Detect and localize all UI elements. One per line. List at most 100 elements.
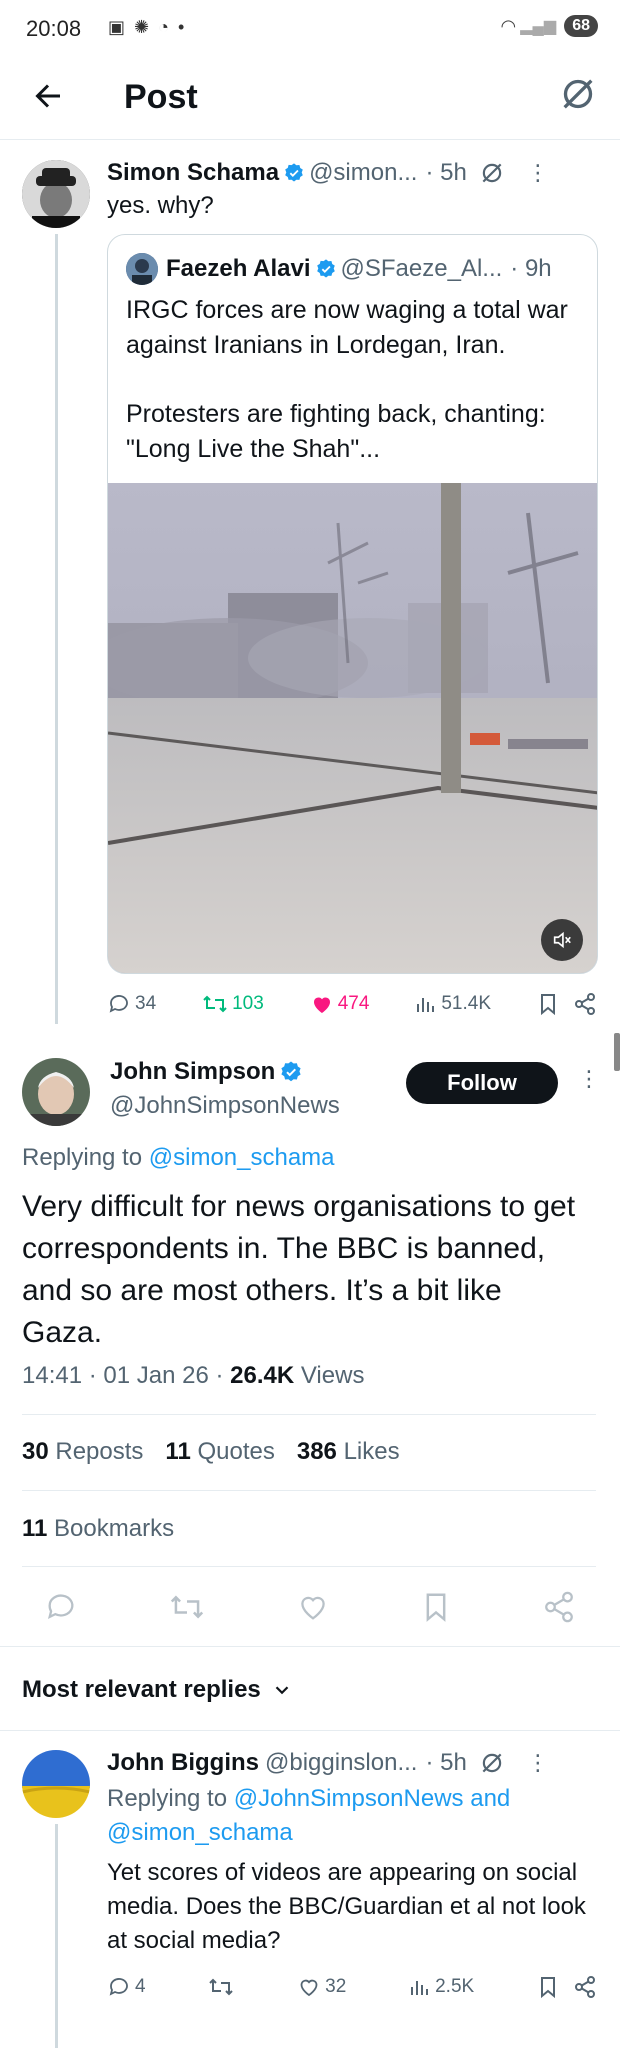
main-post-text: Very difficult for news organisations to… [22, 1190, 576, 1349]
status-bar: 20:08 ▣ ✺ ◔ • ◠ ▂▄▆ 68 [0, 0, 620, 58]
views-label: Views [300, 1362, 365, 1389]
share-icon[interactable] [542, 1590, 576, 1624]
share-icon[interactable] [573, 1975, 597, 1999]
reply-text: Yet scores of videos are appearing on so… [107, 1859, 586, 1954]
reply-actions: 4 32 2.5K [107, 1975, 597, 1999]
like-button[interactable]: 32 [297, 1975, 346, 1999]
notification-icons: ▣ ✺ ◔ • [108, 17, 187, 37]
more-options-icon[interactable]: ⋮ [527, 1752, 549, 1774]
main-author-name[interactable]: John Simpson [110, 1058, 275, 1086]
replying-to-link[interactable]: @simon_schama [107, 1819, 293, 1846]
divider [22, 1566, 596, 1567]
verified-badge-icon [316, 259, 335, 278]
grok-icon [563, 79, 593, 109]
signal-icon: ▂▄▆ [520, 18, 557, 35]
heart-filled-icon [313, 997, 330, 1013]
parent-post-actions: 34 103 474 51.4K [107, 992, 597, 1016]
post-timestamp: 14:41 · 01 Jan 26 · [22, 1362, 231, 1389]
replying-to: Replying to @simon_schama [22, 1144, 335, 1172]
views-count: 2.5K [435, 1976, 475, 1997]
quotes-stat[interactable]: 11 Quotes [165, 1438, 274, 1466]
reply-time: · 5h [425, 1749, 467, 1776]
views-icon [411, 1981, 429, 1995]
repost-button[interactable]: 103 [202, 992, 264, 1016]
views-button[interactable]: 51.4K [415, 992, 491, 1016]
battery-indicator: 68 [564, 15, 598, 37]
reply-thread-line [55, 1824, 58, 2048]
replying-to-prefix: Replying to [22, 1144, 143, 1171]
like-count: 474 [337, 993, 370, 1014]
share-icon[interactable] [573, 992, 597, 1016]
repost-icon [203, 995, 227, 1013]
reposts-stat[interactable]: 30 Reposts [22, 1438, 143, 1466]
arrow-left-icon [35, 84, 60, 108]
author-name[interactable]: Simon Schama [107, 159, 279, 187]
quote-author-handle: @SFaeze_Al... [340, 255, 503, 282]
main-post-actions [44, 1590, 576, 1624]
like-count: 32 [325, 1976, 347, 1997]
thread-line [55, 234, 58, 1024]
quote-text-2: Protesters are fighting back, chanting: … [126, 400, 546, 463]
quoted-post[interactable]: Faezeh Alavi @SFaeze_Al... · 9h IRGC for… [107, 234, 598, 974]
repost-icon[interactable] [169, 1590, 205, 1624]
quote-text-1: IRGC forces are now waging a total war a… [126, 296, 568, 359]
views-count: 51.4K [441, 993, 492, 1014]
heart-icon[interactable] [296, 1590, 330, 1624]
verified-badge-icon [285, 163, 303, 182]
replying-to-link[interactable]: @simon_schama [149, 1144, 335, 1171]
grok-icon[interactable] [479, 1750, 505, 1776]
bookmark-icon[interactable] [421, 1590, 451, 1624]
bookmark-icon[interactable] [537, 992, 559, 1016]
reply-icon [109, 1978, 128, 1996]
status-right: ◠ ▂▄▆ 68 [501, 15, 598, 37]
quote-video[interactable] [108, 483, 597, 973]
back-button[interactable] [30, 78, 66, 114]
reply-button[interactable]: 34 [107, 992, 156, 1016]
avatar-john-biggins[interactable] [22, 1750, 90, 1818]
grok-icon[interactable] [479, 160, 505, 186]
heart-icon [300, 1979, 318, 1997]
bookmark-icon[interactable] [537, 1975, 559, 1999]
grok-button[interactable] [558, 74, 598, 114]
likes-stat[interactable]: 386 Likes [297, 1438, 400, 1466]
reply-author-name[interactable]: John Biggins [107, 1749, 259, 1777]
verified-badge-icon [281, 1061, 301, 1082]
bookmarks-stat[interactable]: 11 Bookmarks [22, 1515, 174, 1543]
mute-button[interactable] [541, 919, 583, 961]
reply-author-handle[interactable]: @bigginslon... [265, 1749, 417, 1777]
repost-icon [209, 1978, 234, 1996]
author-handle[interactable]: @simon... [309, 159, 417, 187]
avatar-john-simpson[interactable] [22, 1058, 90, 1126]
post-header-simon: Simon Schama @simon... · 5h ⋮ [107, 156, 597, 190]
repost-count: 103 [232, 993, 264, 1014]
post-timestamp-row: 14:41 · 01 Jan 26 · 26.4K Views [22, 1362, 364, 1390]
reply-icon [109, 995, 128, 1013]
section-divider [0, 1646, 620, 1647]
engagement-stats: 30 Reposts 11 Quotes 386 Likes [22, 1438, 400, 1466]
divider [22, 1490, 596, 1491]
scrollbar-thumb[interactable] [614, 1033, 620, 1071]
follow-button[interactable]: Follow [406, 1062, 558, 1104]
repost-button[interactable] [208, 1975, 234, 1999]
views-icon [417, 998, 435, 1012]
page-title: Post [124, 78, 198, 116]
views-button[interactable]: 2.5K [409, 1975, 474, 1999]
views-count: 26.4K [230, 1362, 295, 1389]
reply-icon[interactable] [44, 1590, 78, 1624]
avatar-simon[interactable] [22, 160, 90, 228]
top-bar: Post [0, 58, 620, 140]
replies-sort-label: Most relevant replies [22, 1676, 261, 1703]
quote-time: · 9h [510, 255, 552, 282]
replies-sort-dropdown[interactable]: Most relevant replies [22, 1676, 293, 1704]
reply-button[interactable]: 4 [107, 1975, 146, 1999]
wifi-icon: ◠ [500, 15, 517, 36]
chevron-down-icon [275, 1686, 289, 1695]
quote-author-name: Faezeh Alavi [166, 255, 311, 282]
more-options-icon[interactable]: ⋮ [527, 162, 549, 184]
replying-to-link[interactable]: @JohnSimpsonNews [234, 1785, 464, 1812]
more-options-icon[interactable]: ⋮ [578, 1066, 600, 1092]
post-time: · 5h [425, 159, 467, 186]
main-author-handle[interactable]: @JohnSimpsonNews [110, 1092, 340, 1120]
like-button[interactable]: 474 [310, 992, 370, 1016]
reply-replying-to: Replying to @JohnSimpsonNews and @simon_… [107, 1785, 511, 1846]
